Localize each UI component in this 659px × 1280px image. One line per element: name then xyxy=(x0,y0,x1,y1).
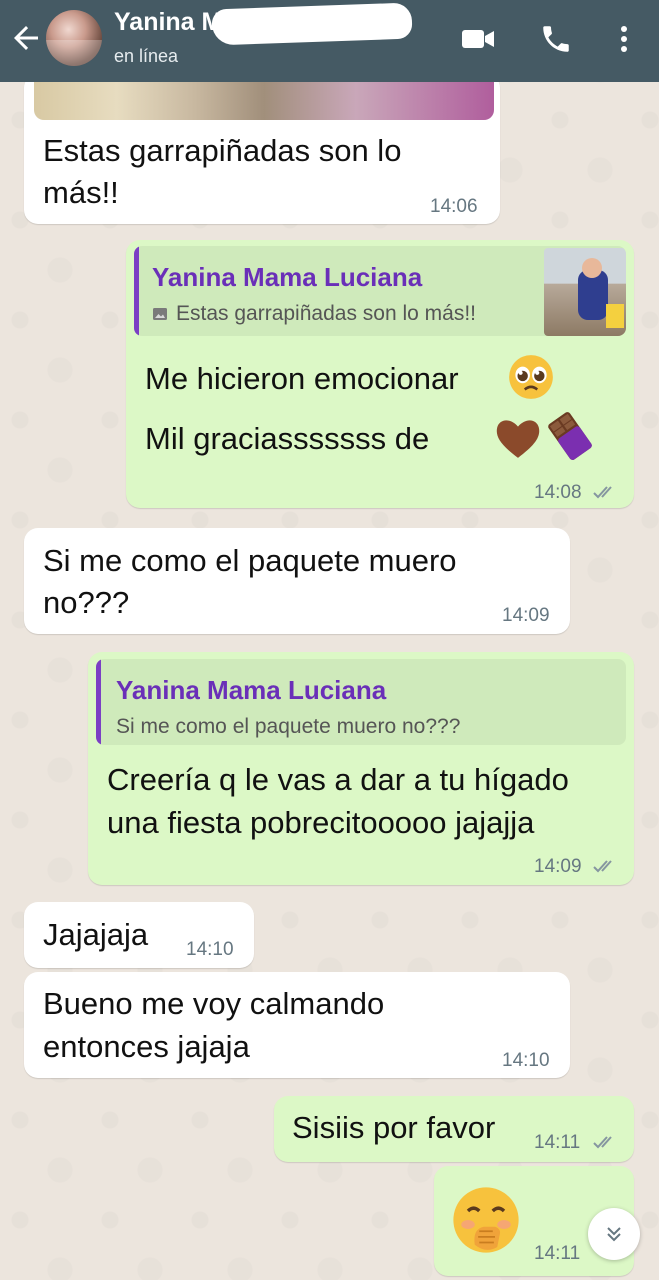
back-arrow-icon[interactable] xyxy=(8,20,44,56)
quoted-message[interactable]: Yanina Mama Luciana Si me como el paquet… xyxy=(96,659,626,745)
message-text: Me hicieron emocionar xyxy=(145,361,459,396)
message-text: Sisiis por favor xyxy=(292,1110,496,1145)
scroll-to-bottom-button[interactable] xyxy=(588,1208,640,1260)
photo-icon xyxy=(153,308,167,320)
contact-name[interactable]: Yanina M xyxy=(114,8,222,37)
read-ticks-icon xyxy=(593,486,612,499)
message-time: 14:09 xyxy=(502,605,550,626)
read-ticks-icon xyxy=(593,1136,612,1149)
brown-heart-emoji xyxy=(496,420,540,458)
chocolate-bar-emoji xyxy=(548,412,592,460)
quote-accent-bar xyxy=(96,659,101,745)
message-photo[interactable] xyxy=(34,82,494,120)
message-text: una fiesta pobrecitooooo jajajja xyxy=(107,805,535,840)
message-time: 14:11 xyxy=(534,1243,581,1264)
double-chevron-down-icon xyxy=(607,1227,621,1242)
redaction-mark xyxy=(211,2,413,46)
face-with-hand-over-mouth-emoji xyxy=(453,1187,519,1253)
message-text: Bueno me voy calmando xyxy=(43,986,385,1021)
contact-avatar[interactable] xyxy=(46,10,102,66)
quote-text: Estas garrapiñadas son lo más!! xyxy=(176,302,476,325)
contact-status: en línea xyxy=(114,46,179,66)
read-ticks-icon xyxy=(593,860,612,873)
message-time: 14:10 xyxy=(186,939,234,960)
quote-text: Si me como el paquete muero no??? xyxy=(116,715,461,738)
message-time: 14:08 xyxy=(534,482,582,503)
quoted-message[interactable]: Yanina Mama Luciana Estas garrapiñadas s… xyxy=(134,246,626,336)
message-text: Si me como el paquete muero xyxy=(43,543,457,578)
message-text: entonces jajaja xyxy=(43,1029,250,1064)
message-text: Estas garrapiñadas son lo xyxy=(43,133,402,168)
quote-thumbnail xyxy=(544,248,626,336)
voice-call-icon[interactable] xyxy=(536,22,576,56)
pleading-face-emoji xyxy=(509,355,553,399)
message-time: 14:09 xyxy=(534,856,582,877)
message-time: 14:06 xyxy=(430,196,478,217)
message-time: 14:11 xyxy=(534,1132,581,1153)
message-text: Creería q le vas a dar a tu hígado xyxy=(107,762,569,797)
video-call-icon[interactable] xyxy=(458,22,498,56)
message-time: 14:10 xyxy=(502,1050,550,1071)
chat-header: Yanina M en línea xyxy=(0,0,659,82)
quote-author: Yanina Mama Luciana xyxy=(152,262,423,292)
quote-author: Yanina Mama Luciana xyxy=(116,675,387,705)
quote-accent-bar xyxy=(134,246,139,336)
message-text: Mil graciasssssss de xyxy=(145,421,430,456)
message-text: no??? xyxy=(43,585,130,620)
message-text: Jajajaja xyxy=(43,917,149,952)
more-options-icon[interactable] xyxy=(604,22,644,56)
message-text: más!! xyxy=(43,175,119,210)
